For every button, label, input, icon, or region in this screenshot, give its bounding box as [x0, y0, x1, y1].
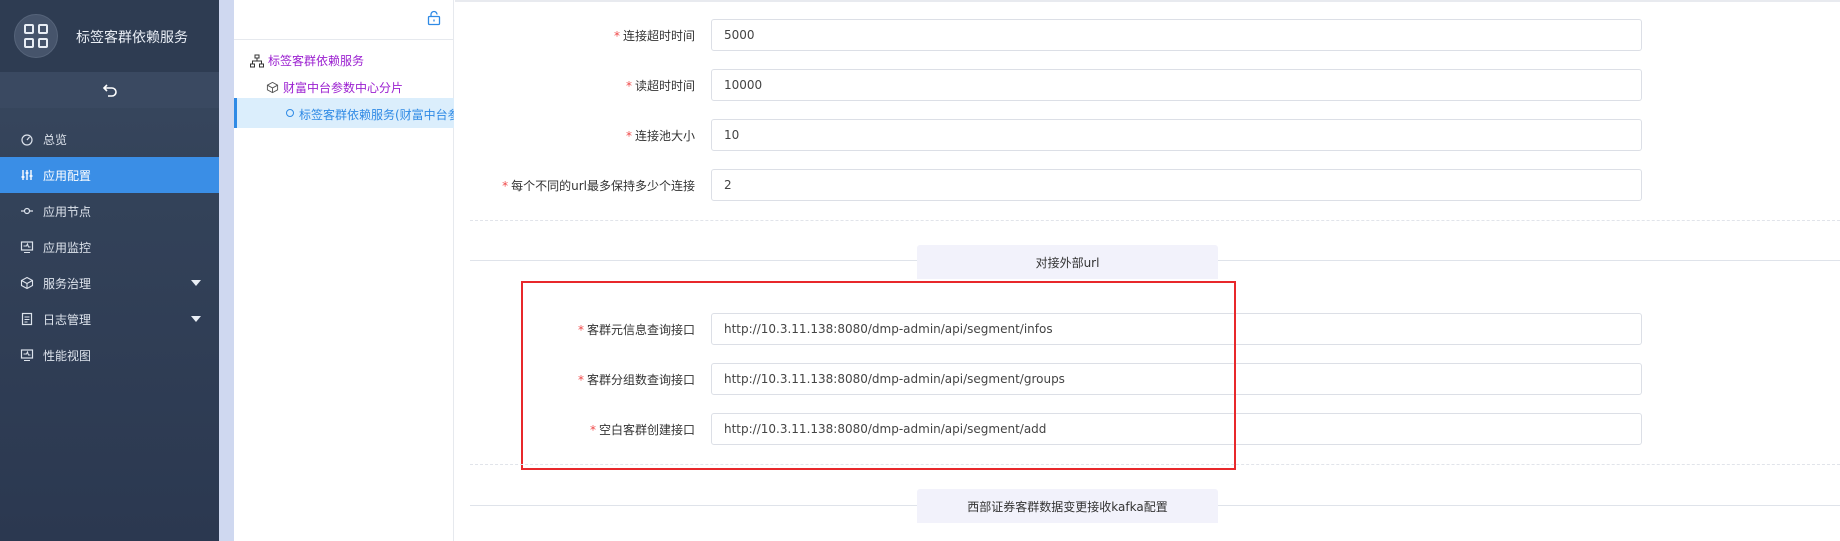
- monitor-icon: [20, 349, 34, 362]
- tree-panel: 标签客群依赖服务 财富中台参数中心分片 标签客群依赖服务(财富中台参: [234, 0, 454, 541]
- sidebar-item-label: 总览: [43, 132, 68, 147]
- cube-icon: [20, 276, 34, 290]
- sidebar-item-log-management[interactable]: 日志管理: [0, 301, 219, 337]
- field-label: * 每个不同的url最多保持多少个连接: [502, 179, 695, 193]
- highlight-box: [521, 281, 1236, 470]
- app-title: 标签客群依赖服务: [76, 30, 188, 46]
- divider: [470, 464, 1840, 465]
- max-per-route-input[interactable]: 2: [711, 169, 1642, 201]
- collapse-sidebar-button[interactable]: [0, 72, 219, 108]
- field-label: * 读超时时间: [625, 79, 695, 93]
- field-label: * 连接超时时间: [613, 29, 695, 43]
- cube-icon: [266, 81, 279, 94]
- sidebar-item-label: 服务治理: [43, 276, 92, 291]
- sidebar-item-overview[interactable]: 总览: [0, 121, 219, 157]
- form-row-pool-size: * 连接池大小 10: [455, 119, 1655, 151]
- brand-header: 标签客群依赖服务: [0, 0, 219, 72]
- tree-panel-edge: [219, 0, 234, 541]
- top-border: [455, 0, 1840, 2]
- tree-node-selected[interactable]: 标签客群依赖服务(财富中台参: [234, 98, 454, 128]
- read-timeout-input[interactable]: 10000: [711, 69, 1642, 101]
- app-grid-icon[interactable]: [14, 14, 58, 58]
- sidebar-item-service-governance[interactable]: 服务治理: [0, 265, 219, 301]
- tree-node-label: 标签客群依赖服务: [268, 54, 365, 68]
- connect-timeout-input[interactable]: 5000: [711, 19, 1642, 51]
- lock-icon[interactable]: [427, 10, 441, 26]
- sidebar-item-label: 应用节点: [43, 204, 92, 219]
- tree-node-root[interactable]: 标签客群依赖服务: [250, 52, 364, 69]
- config-form: * 连接超时时间 5000 * 读超时时间 10000 * 连接池大小 10 * 每个不…: [455, 0, 1840, 541]
- sidebar-item-label: 应用配置: [43, 168, 92, 183]
- chevron-down-icon: [191, 280, 201, 286]
- sidebar-menu: 总览 应用配置 应用节点 应用监控 服务治理 日志管理 性能视图: [0, 121, 219, 373]
- sidebar: 标签客群依赖服务 总览 应用配置 应用节点 应用监控 服务治理 日志管理 性能视…: [0, 0, 219, 541]
- sidebar-item-label: 应用监控: [43, 240, 92, 255]
- sidebar-item-label: 性能视图: [43, 348, 92, 363]
- sidebar-item-performance-view[interactable]: 性能视图: [0, 337, 219, 373]
- document-icon: [21, 312, 33, 326]
- node-icon: [21, 207, 33, 215]
- tree-toolbar: [234, 0, 453, 40]
- tree-node-label: 财富中台参数中心分片: [283, 81, 404, 95]
- sidebar-item-label: 日志管理: [43, 312, 92, 327]
- divider: [470, 220, 1840, 221]
- tree-node-child[interactable]: 财富中台参数中心分片: [266, 79, 403, 96]
- section-tab-kafka-config[interactable]: 西部证券客群数据变更接收kafka配置: [917, 489, 1218, 523]
- section-tab-external-url[interactable]: 对接外部url: [917, 245, 1218, 279]
- chevron-down-icon: [191, 316, 201, 322]
- tree-node-label: 标签客群依赖服务(财富中台参: [299, 108, 454, 122]
- monitor-icon: [20, 241, 34, 254]
- org-tree-icon: [250, 54, 264, 67]
- form-row-connect-timeout: * 连接超时时间 5000: [455, 19, 1655, 51]
- sidebar-item-app-config[interactable]: 应用配置: [0, 157, 219, 193]
- sidebar-item-app-nodes[interactable]: 应用节点: [0, 193, 219, 229]
- form-row-max-per-route: * 每个不同的url最多保持多少个连接 2: [455, 169, 1655, 201]
- pool-size-input[interactable]: 10: [711, 119, 1642, 151]
- undo-arrow-icon: [102, 84, 117, 97]
- dashboard-icon: [21, 134, 33, 146]
- sidebar-item-app-monitor[interactable]: 应用监控: [0, 229, 219, 265]
- circle-icon: [286, 109, 294, 117]
- form-row-read-timeout: * 读超时时间 10000: [455, 69, 1655, 101]
- sliders-icon: [21, 170, 33, 180]
- field-label: * 连接池大小: [625, 129, 695, 143]
